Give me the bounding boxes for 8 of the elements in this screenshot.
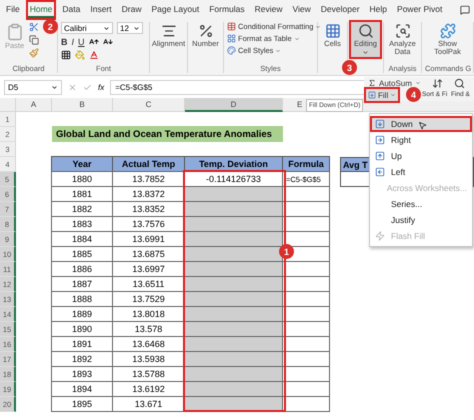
step-badge: 3: [342, 60, 357, 75]
table-cell: 1895: [51, 396, 113, 412]
table-header: Actual Temp: [112, 156, 185, 172]
table-header: Formula: [282, 156, 330, 172]
step-badge: 4: [406, 87, 421, 102]
table-cell: 1880: [51, 171, 113, 187]
table-header: Year: [51, 156, 113, 172]
sheet-title: Global Land and Ocean Temperature Anomalies: [52, 126, 283, 142]
